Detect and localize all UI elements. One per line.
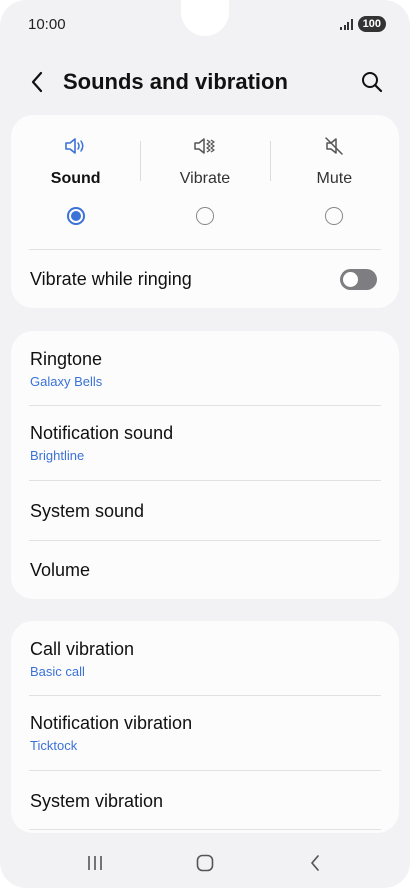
call-vibration-title: Call vibration bbox=[30, 639, 135, 659]
notification-sound-title: Notification sound bbox=[30, 423, 174, 443]
divider bbox=[29, 770, 381, 771]
volume-item[interactable]: Volume bbox=[30, 560, 380, 581]
speaker-icon bbox=[64, 135, 88, 156]
divider bbox=[29, 480, 381, 481]
search-button[interactable] bbox=[352, 62, 392, 102]
sound-mode-selector: Sound Vibrate Mute bbox=[11, 135, 399, 225]
call-vibration-item[interactable]: Call vibration Basic call bbox=[30, 639, 380, 679]
call-vibration-value: Basic call bbox=[30, 664, 85, 679]
status-time: 10:00 bbox=[28, 15, 66, 33]
navigation-bar bbox=[0, 838, 410, 888]
divider bbox=[29, 540, 381, 541]
volume-title: Volume bbox=[30, 560, 91, 580]
mode-label-mute: Mute bbox=[316, 170, 353, 188]
app-header: Sounds and vibration bbox=[20, 62, 392, 102]
system-vibration-item[interactable]: System vibration bbox=[30, 791, 380, 812]
ringtone-value: Galaxy Bells bbox=[30, 374, 103, 389]
vibrate-icon bbox=[193, 135, 217, 156]
vibrate-while-ringing-row[interactable]: Vibrate while ringing bbox=[30, 250, 377, 308]
battery-indicator: 100 bbox=[357, 16, 386, 32]
ringtone-title: Ringtone bbox=[30, 349, 103, 369]
home-button[interactable] bbox=[180, 843, 230, 883]
back-button[interactable] bbox=[20, 62, 54, 102]
mode-label-vibrate: Vibrate bbox=[179, 170, 231, 188]
ringtone-item[interactable]: Ringtone Galaxy Bells bbox=[30, 349, 380, 389]
search-icon bbox=[362, 72, 383, 93]
mode-option-vibrate[interactable]: Vibrate bbox=[140, 135, 269, 225]
nav-back-button[interactable] bbox=[290, 843, 340, 883]
recent-apps-icon bbox=[88, 856, 102, 870]
notification-vibration-value: Ticktock bbox=[30, 738, 78, 753]
status-bar: 10:00 100 bbox=[28, 14, 386, 34]
nav-back-icon bbox=[311, 855, 319, 871]
back-arrow-icon bbox=[31, 71, 43, 93]
divider bbox=[29, 695, 381, 696]
vibrate-while-ringing-label: Vibrate while ringing bbox=[30, 268, 192, 289]
mode-option-mute[interactable]: Mute bbox=[269, 135, 399, 225]
sound-mode-card: Sound Vibrate Mute Vibrate while ringing bbox=[11, 115, 399, 308]
sounds-card: Ringtone Galaxy Bells Notification sound… bbox=[11, 331, 399, 599]
notification-vibration-item[interactable]: Notification vibration Ticktock bbox=[30, 713, 380, 753]
notification-sound-value: Brightline bbox=[30, 448, 85, 463]
mode-label-sound: Sound bbox=[50, 170, 101, 188]
recent-apps-button[interactable] bbox=[70, 843, 120, 883]
home-icon bbox=[196, 854, 214, 872]
radio-mute[interactable] bbox=[325, 207, 344, 225]
radio-sound[interactable] bbox=[66, 207, 85, 225]
divider bbox=[29, 405, 381, 406]
notification-sound-item[interactable]: Notification sound Brightline bbox=[30, 423, 380, 463]
notification-vibration-title: Notification vibration bbox=[30, 713, 193, 733]
phone-screen: 10:00 100 Sounds and vibration Sound Vib… bbox=[0, 0, 410, 888]
system-sound-title: System sound bbox=[30, 501, 145, 521]
mute-icon bbox=[323, 135, 345, 156]
system-sound-item[interactable]: System sound bbox=[30, 501, 380, 522]
vibration-card: Call vibration Basic call Notification v… bbox=[11, 621, 399, 833]
radio-vibrate[interactable] bbox=[195, 207, 214, 225]
vibrate-while-ringing-toggle[interactable] bbox=[340, 268, 377, 290]
mode-option-sound[interactable]: Sound bbox=[11, 135, 140, 225]
signal-icon bbox=[340, 18, 353, 30]
divider bbox=[29, 829, 381, 830]
page-title: Sounds and vibration bbox=[63, 69, 288, 94]
status-icons: 100 bbox=[340, 16, 386, 32]
system-vibration-title: System vibration bbox=[30, 791, 164, 811]
